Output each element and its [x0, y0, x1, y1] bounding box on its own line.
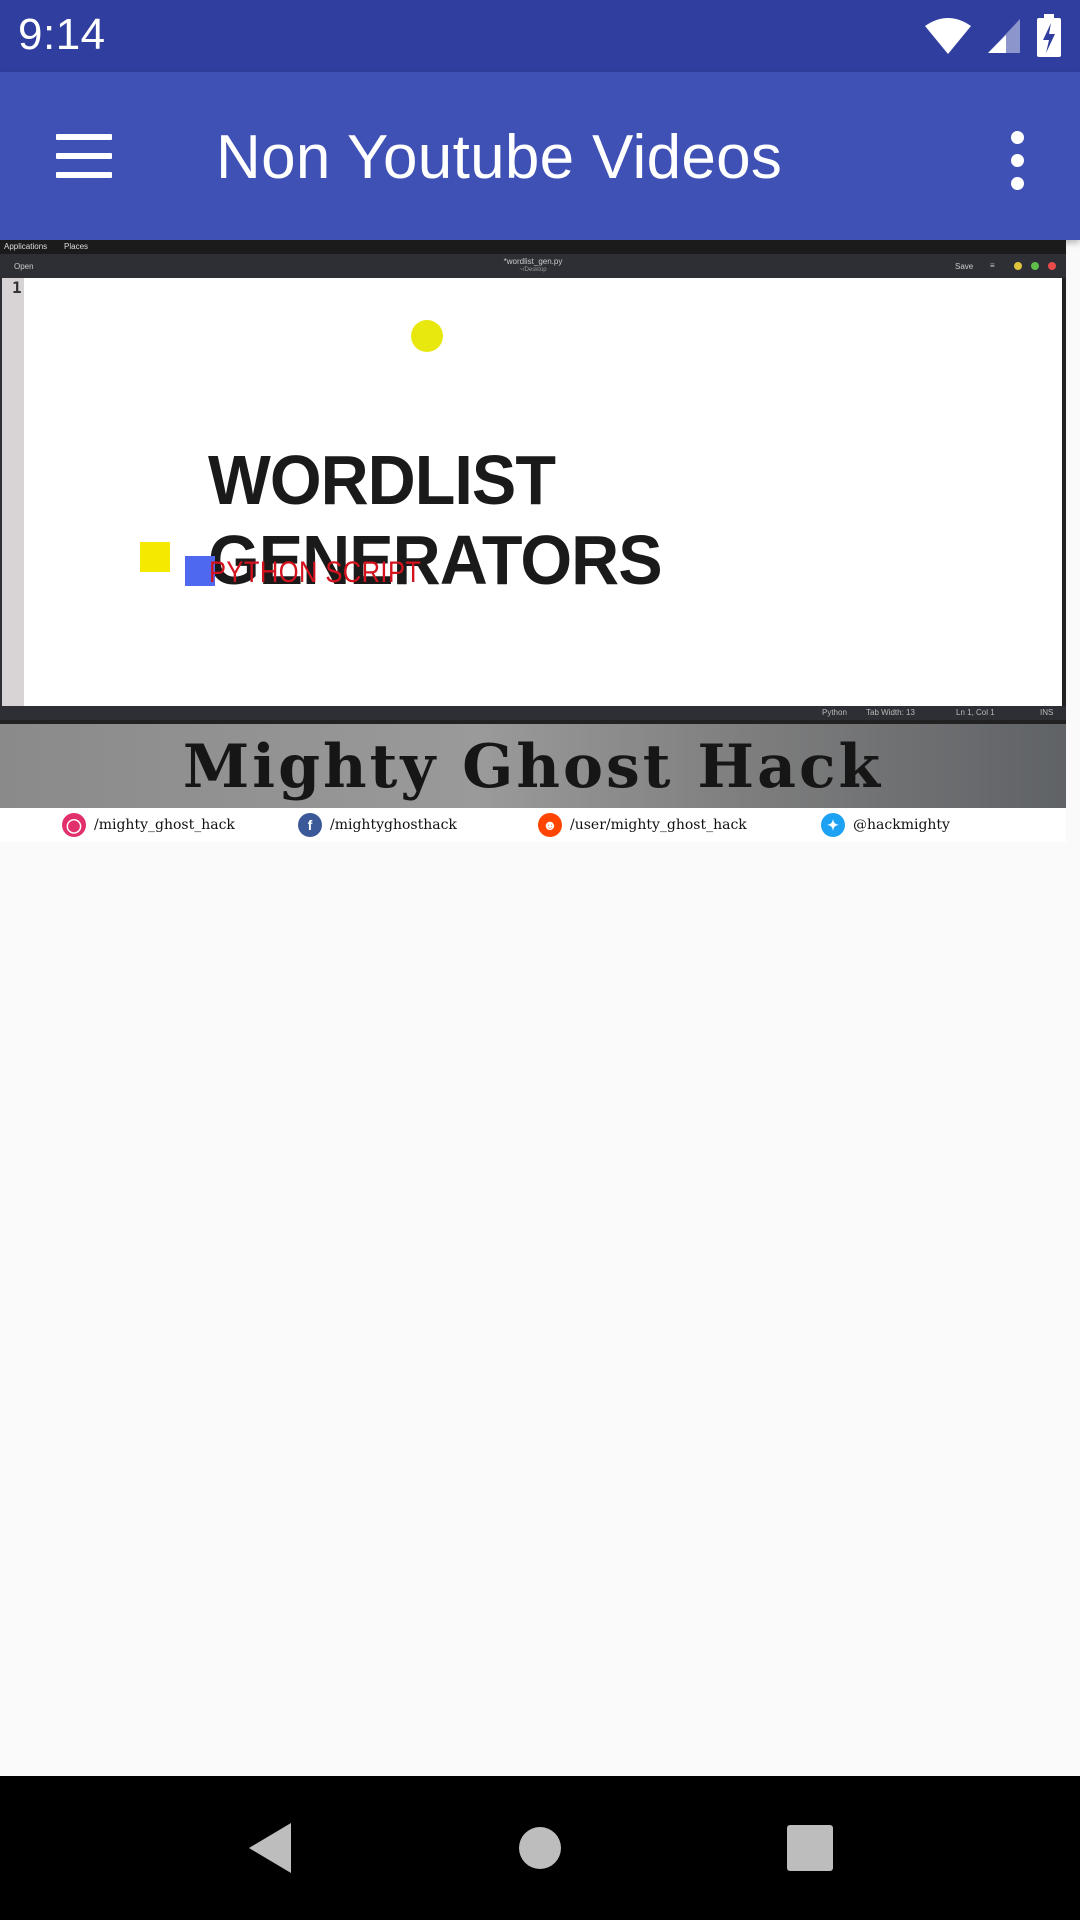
- status-tab-width: Tab Width: 13: [866, 708, 915, 717]
- home-icon: [519, 1827, 561, 1869]
- editor-file-path: ~/Desktop: [519, 267, 547, 273]
- reddit-icon: ☻: [538, 813, 562, 837]
- social-instagram: ◯ /mighty_ghost_hack: [62, 812, 235, 838]
- back-button[interactable]: [228, 1806, 312, 1890]
- wifi-icon: [925, 18, 971, 54]
- status-icons: [924, 14, 1062, 58]
- status-language: Python: [822, 708, 847, 717]
- battery-charging-icon: [1037, 14, 1061, 57]
- cursor-highlight: [411, 320, 443, 352]
- status-mode: INS: [1040, 708, 1054, 717]
- back-icon: [249, 1823, 291, 1873]
- editor-file-name: *wordlist_gen.py: [503, 257, 563, 266]
- page-title: Non Youtube Videos: [216, 123, 783, 192]
- more-vert-icon-dot: [1010, 176, 1024, 190]
- social-links-bar: ◯ /mighty_ghost_hack f /mightyghosthack …: [0, 808, 1066, 842]
- social-label: /user/mighty_ghost_hack: [570, 817, 747, 833]
- desktop-menu-places: Places: [64, 242, 89, 251]
- instagram-icon: ◯: [62, 813, 86, 837]
- social-label: @hackmighty: [853, 817, 950, 833]
- video-player[interactable]: Applications Places Open *wordlist_gen.p…: [0, 240, 1066, 842]
- decor-square-yellow: [140, 542, 170, 572]
- more-vert-icon-dot: [1010, 153, 1024, 167]
- home-button[interactable]: [498, 1806, 582, 1890]
- twitter-icon: ✦: [821, 813, 845, 837]
- desktop-menu-applications: Applications: [4, 242, 48, 251]
- line-number: 1: [12, 278, 22, 297]
- minimize-icon: [1014, 262, 1022, 270]
- screen: 9:14 Non Youtube Videos Applications Pla…: [0, 0, 1080, 1920]
- status-time: 9:14: [18, 10, 106, 59]
- editor-save-label: Save: [955, 262, 974, 271]
- hamburger-menu-icon-bar: [56, 153, 112, 159]
- cell-signal-icon: [988, 19, 1020, 53]
- facebook-icon: f: [298, 813, 322, 837]
- hamburger-menu-icon: [56, 134, 112, 140]
- maximize-icon: [1031, 262, 1039, 270]
- video-subhead: PYTHON SCRIPT: [209, 556, 422, 589]
- channel-banner: Mighty Ghost Hack: [0, 724, 1066, 808]
- editor-menu-icon: ≡: [990, 261, 995, 270]
- close-icon: [1048, 262, 1056, 270]
- overflow-menu-button[interactable]: [992, 120, 1042, 200]
- more-vert-icon: [1010, 130, 1024, 144]
- recents-button[interactable]: [768, 1806, 852, 1890]
- app-bar: Non Youtube Videos: [0, 72, 1080, 240]
- social-label: /mighty_ghost_hack: [94, 817, 235, 833]
- status-position: Ln 1, Col 1: [956, 708, 995, 717]
- status-bar: 9:14: [0, 0, 1080, 72]
- desktop-top-bar: Applications Places: [0, 240, 1066, 254]
- editor-body: 1 WORDLIST GENERATORS PYTHON SCRIPT: [0, 278, 1062, 706]
- social-reddit: ☻ /user/mighty_ghost_hack: [538, 812, 747, 838]
- recents-icon: [787, 1825, 833, 1871]
- system-nav-bar: [0, 1776, 1080, 1920]
- editor-file-info: *wordlist_gen.py ~/Desktop: [0, 257, 1066, 275]
- navigation-drawer-button[interactable]: [38, 114, 128, 198]
- editor-status-bar: Python Tab Width: 13 Ln 1, Col 1 INS: [0, 706, 1066, 720]
- social-facebook: f /mightyghosthack: [298, 812, 457, 838]
- social-label: /mightyghosthack: [330, 817, 457, 833]
- social-twitter: ✦ @hackmighty: [821, 812, 950, 838]
- editor-header: Open *wordlist_gen.py ~/Desktop Save ≡: [0, 254, 1066, 278]
- hamburger-menu-icon-bar: [56, 172, 112, 178]
- editor-gutter: 1: [2, 278, 24, 706]
- channel-name: Mighty Ghost Hack: [182, 732, 884, 802]
